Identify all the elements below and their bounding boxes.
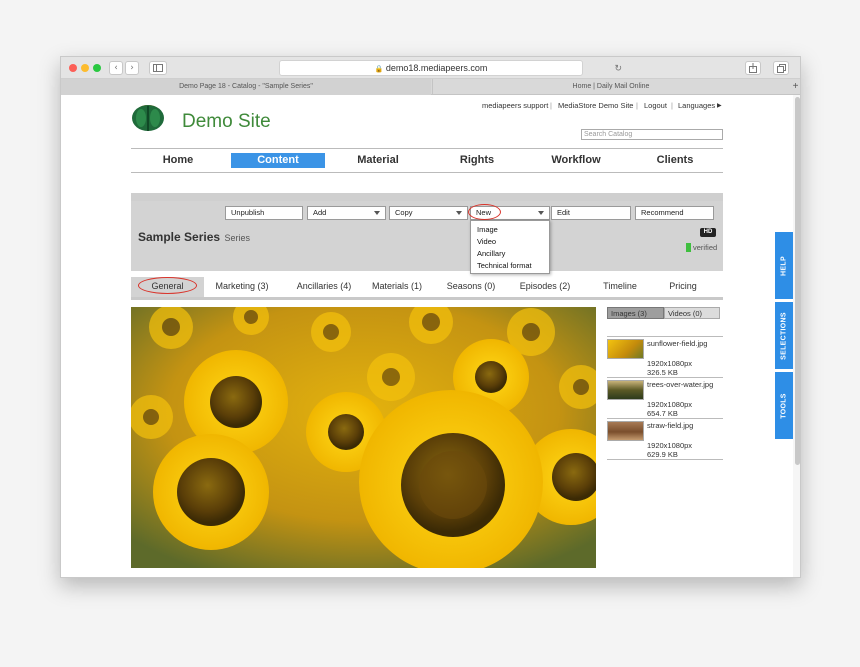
- link-support[interactable]: mediapeers support: [482, 101, 548, 110]
- media-divider: [607, 418, 723, 419]
- menu-item-video[interactable]: Video: [477, 237, 496, 246]
- copy-dropdown-label: Copy: [395, 208, 413, 217]
- nav-workflow[interactable]: Workflow: [529, 153, 623, 168]
- thumbnail-straw[interactable]: [607, 421, 644, 441]
- forward-arrow-icon[interactable]: ›: [125, 61, 139, 75]
- share-icon[interactable]: [745, 61, 761, 75]
- media-divider: [607, 336, 723, 337]
- minimize-window-icon[interactable]: [81, 64, 89, 72]
- page-title: Sample Series Series: [138, 228, 250, 246]
- tabs-overview-icon[interactable]: [773, 61, 789, 75]
- help-tab-label: HELP: [780, 255, 788, 276]
- edit-button[interactable]: Edit: [551, 206, 631, 220]
- nav-home[interactable]: Home: [131, 153, 225, 168]
- media-filesize: 654.7 KB: [647, 409, 678, 418]
- media-divider: [607, 459, 723, 460]
- add-dropdown[interactable]: Add: [307, 206, 386, 220]
- help-tab[interactable]: HELP: [775, 232, 793, 299]
- verified-status: verified: [693, 243, 718, 252]
- nav-divider-top: [131, 148, 723, 149]
- web-page: Demo Site mediapeers support | MediaStor…: [61, 95, 800, 577]
- media-filesize: 326.5 KB: [647, 368, 678, 377]
- close-window-icon[interactable]: [69, 64, 77, 72]
- site-logo-icon[interactable]: [131, 101, 166, 139]
- scrollbar[interactable]: [793, 95, 800, 577]
- media-divider: [607, 377, 723, 378]
- highlight-circle: [138, 277, 197, 294]
- preview-image[interactable]: [131, 307, 596, 568]
- sidebar-toggle-icon[interactable]: [149, 61, 167, 75]
- nav-divider-bottom: [131, 172, 723, 173]
- browser-window: ‹ › 🔒 demo18.mediapeers.com ↻ Demo Page …: [60, 56, 801, 578]
- link-logout[interactable]: Logout: [644, 101, 667, 110]
- menu-item-technical-format[interactable]: Technical format: [477, 261, 532, 270]
- header-strip: [131, 193, 723, 201]
- tab-images[interactable]: Images (3): [607, 307, 664, 319]
- tab-marketing[interactable]: Marketing (3): [207, 281, 277, 291]
- browser-tab-bar: Demo Page 18 - Catalog - "Sample Series"…: [61, 79, 800, 95]
- address-bar[interactable]: 🔒 demo18.mediapeers.com ↻: [279, 60, 622, 76]
- tabs-underline: [131, 297, 723, 300]
- media-dimensions: 1920x1080px: [647, 359, 693, 368]
- new-tab-icon[interactable]: +: [789, 79, 800, 95]
- media-filesize: 629.9 KB: [647, 450, 678, 459]
- tab-pricing[interactable]: Pricing: [644, 281, 722, 291]
- lock-icon: 🔒: [374, 66, 384, 73]
- verified-indicator: [686, 243, 691, 252]
- nav-content[interactable]: Content: [231, 153, 325, 168]
- link-mediastore[interactable]: MediaStore Demo Site: [558, 101, 633, 110]
- highlight-circle: [468, 204, 501, 220]
- tab-episodes[interactable]: Episodes (2): [504, 281, 586, 291]
- new-dropdown-menu: Image Video Ancillary Technical format: [470, 220, 550, 274]
- back-arrow-icon[interactable]: ‹: [109, 61, 123, 75]
- hd-badge: HD: [700, 228, 716, 237]
- address-text: demo18.mediapeers.com: [385, 63, 488, 73]
- tab-ancillaries[interactable]: Ancillaries (4): [283, 281, 365, 291]
- nav-rights[interactable]: Rights: [430, 153, 524, 168]
- nav-clients[interactable]: Clients: [628, 153, 722, 168]
- media-dimensions: 1920x1080px: [647, 441, 693, 450]
- chevron-down-icon: [538, 211, 544, 215]
- tab-videos[interactable]: Videos (0): [664, 307, 720, 319]
- copy-dropdown[interactable]: Copy: [389, 206, 468, 220]
- scrollbar-thumb[interactable]: [795, 97, 800, 465]
- chevron-down-icon: [374, 211, 380, 215]
- zoom-window-icon[interactable]: [93, 64, 101, 72]
- media-filename[interactable]: straw-field.jpg: [647, 421, 693, 430]
- add-dropdown-label: Add: [313, 208, 327, 217]
- tab-seasons[interactable]: Seasons (0): [432, 281, 510, 291]
- site-title[interactable]: Demo Site: [182, 111, 271, 133]
- reload-icon[interactable]: ↻: [614, 61, 622, 75]
- link-languages[interactable]: Languages: [678, 101, 715, 110]
- separator: |: [550, 101, 552, 110]
- title-panel: Unpublish Add Copy New Edit Recommend Sa…: [131, 201, 723, 271]
- series-name: Sample Series: [138, 230, 221, 244]
- search-input[interactable]: Search Catalog: [581, 129, 723, 140]
- menu-item-ancillary[interactable]: Ancillary: [477, 249, 505, 258]
- media-dimensions: 1920x1080px: [647, 400, 693, 409]
- browser-tab[interactable]: Home | Daily Mail Online: [432, 79, 789, 95]
- series-type: Series: [224, 233, 251, 243]
- browser-titlebar: ‹ › 🔒 demo18.mediapeers.com ↻: [61, 57, 800, 79]
- tab-materials[interactable]: Materials (1): [358, 281, 436, 291]
- separator: |: [671, 101, 673, 110]
- tools-tab-label: TOOLS: [780, 392, 788, 419]
- tools-tab[interactable]: TOOLS: [775, 372, 793, 439]
- recommend-button[interactable]: Recommend: [635, 206, 714, 220]
- thumbnail-trees[interactable]: [607, 380, 644, 400]
- separator: |: [636, 101, 638, 110]
- media-filename[interactable]: trees-over-water.jpg: [647, 380, 713, 389]
- unpublish-button[interactable]: Unpublish: [225, 206, 303, 220]
- chevron-down-icon: [456, 211, 462, 215]
- nav-material[interactable]: Material: [331, 153, 425, 168]
- thumbnail-sunflower[interactable]: [607, 339, 644, 359]
- selections-tab[interactable]: SELECTIONS: [775, 302, 793, 369]
- media-filename[interactable]: sunflower-field.jpg: [647, 339, 707, 348]
- menu-item-image[interactable]: Image: [477, 225, 498, 234]
- selections-tab-label: SELECTIONS: [780, 311, 788, 360]
- caret-right-icon[interactable]: ▶: [717, 102, 722, 109]
- browser-tab-active[interactable]: Demo Page 18 - Catalog - "Sample Series": [61, 79, 431, 95]
